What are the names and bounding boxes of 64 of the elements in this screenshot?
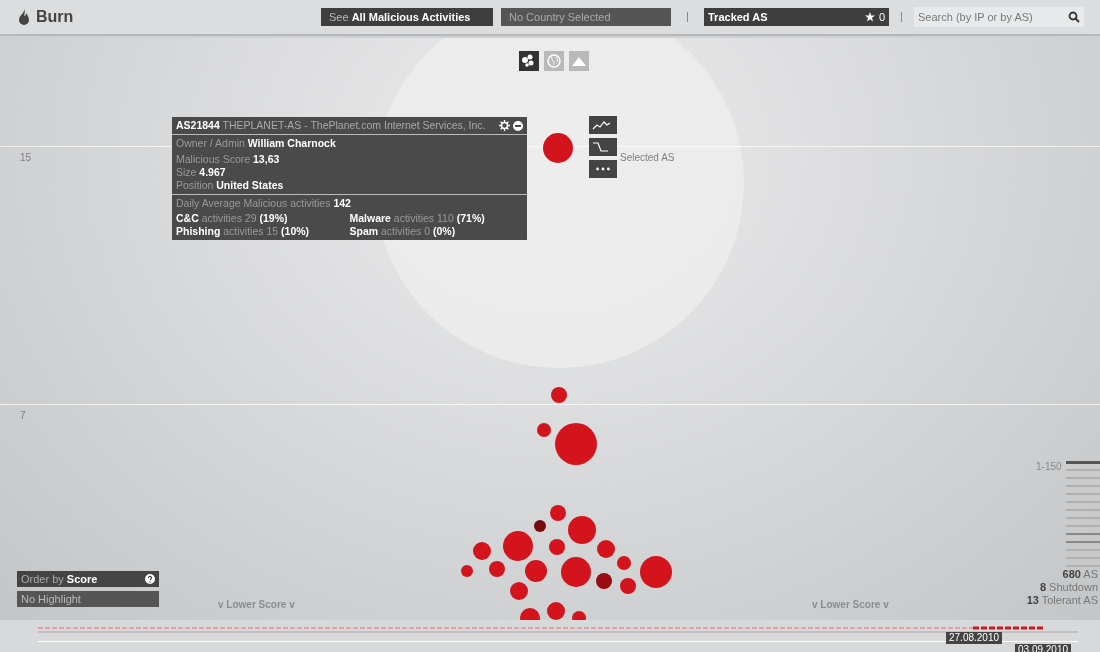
legend-stat: 8 Shutdown <box>1039 581 1098 594</box>
as-bubble[interactable] <box>549 539 565 555</box>
view-toggle[interactable] <box>569 51 589 71</box>
highlight-select[interactable]: No Highlight <box>17 591 159 607</box>
as-bubble[interactable] <box>561 557 591 587</box>
help-icon[interactable] <box>145 574 155 584</box>
as-bubble[interactable] <box>547 602 565 620</box>
activity-stat: Spam activities 0 (0%) <box>349 225 457 238</box>
as-bubble[interactable] <box>568 516 596 544</box>
selected-label: Selected AS <box>620 151 675 165</box>
as-bubble[interactable] <box>534 520 546 532</box>
order-by-button[interactable]: Order by Score <box>17 571 159 587</box>
as-bubble[interactable] <box>597 540 615 558</box>
as-bubble[interactable] <box>461 565 473 577</box>
as-bubble[interactable] <box>520 608 540 620</box>
gear-icon[interactable] <box>499 120 510 131</box>
as-bubble[interactable] <box>503 531 533 561</box>
as-bubble[interactable] <box>555 423 597 465</box>
axis-label: 15 <box>20 151 32 165</box>
view-toggle[interactable] <box>544 51 564 71</box>
as-bubble[interactable] <box>640 556 672 588</box>
timeline-track-drawing[interactable] <box>38 625 1080 633</box>
as-bubble[interactable] <box>620 578 636 594</box>
detail-line: Malicious Score 13,63 <box>176 153 281 166</box>
as-bubble[interactable] <box>543 133 573 163</box>
as-bubble[interactable] <box>489 561 505 577</box>
as-bubble[interactable] <box>617 556 631 570</box>
legend-range: 1-150 <box>1036 460 1062 474</box>
search-field[interactable]: Search (by IP or by AS) <box>914 7 1084 27</box>
chart-type-button[interactable] <box>589 116 617 134</box>
as-bubble[interactable] <box>572 611 586 620</box>
dots-icon <box>596 167 610 171</box>
lower-score-label: v Lower Score v <box>218 598 295 612</box>
view-toggle[interactable] <box>519 51 539 71</box>
legend-stat: 680 AS <box>1062 568 1098 581</box>
daily-average: Daily Average Malicious activities 142 <box>176 197 352 210</box>
star-icon <box>864 12 875 22</box>
activity-stat: Phishing activities 15 (10%) <box>176 225 311 238</box>
detail-line: Owner / Admin William Charnock <box>176 137 337 150</box>
flame-icon <box>16 8 32 26</box>
activity-stat: Malware activities 110 (71%) <box>349 212 486 225</box>
app-title: Burn <box>36 7 74 27</box>
axis-label: 7 <box>20 409 26 423</box>
as-bubble[interactable] <box>596 573 612 589</box>
activity-stat: C&C activities 29 (19%) <box>176 212 289 225</box>
as-bubble[interactable] <box>473 542 491 560</box>
as-bubble[interactable] <box>510 582 528 600</box>
panel-title: AS21844 THEPLANET-AS - ThePlanet.com Internet Services, Inc. <box>176 119 486 132</box>
as-bubble[interactable] <box>525 560 547 582</box>
lower-score-label: v Lower Score v <box>812 598 889 612</box>
activities-filter[interactable]: See All Malicious Activities <box>321 8 493 26</box>
detail-line: Size 4.967 <box>176 166 227 179</box>
search-icon <box>1068 11 1080 23</box>
detail-line: Position United States <box>176 179 285 192</box>
legend-stat: 13 Tolerant AS <box>1026 594 1098 607</box>
tracked-as-button[interactable]: Tracked AS 0 <box>704 8 889 26</box>
timeline-date: 27.08.2010 <box>946 632 1003 644</box>
as-bubble[interactable] <box>551 387 567 403</box>
chart-type-button[interactable] <box>589 138 617 156</box>
as-bubble[interactable] <box>550 505 566 521</box>
as-bubble[interactable] <box>537 423 551 437</box>
remove-icon[interactable] <box>513 120 523 131</box>
globe-icon <box>544 51 564 71</box>
more-button[interactable] <box>589 160 617 178</box>
